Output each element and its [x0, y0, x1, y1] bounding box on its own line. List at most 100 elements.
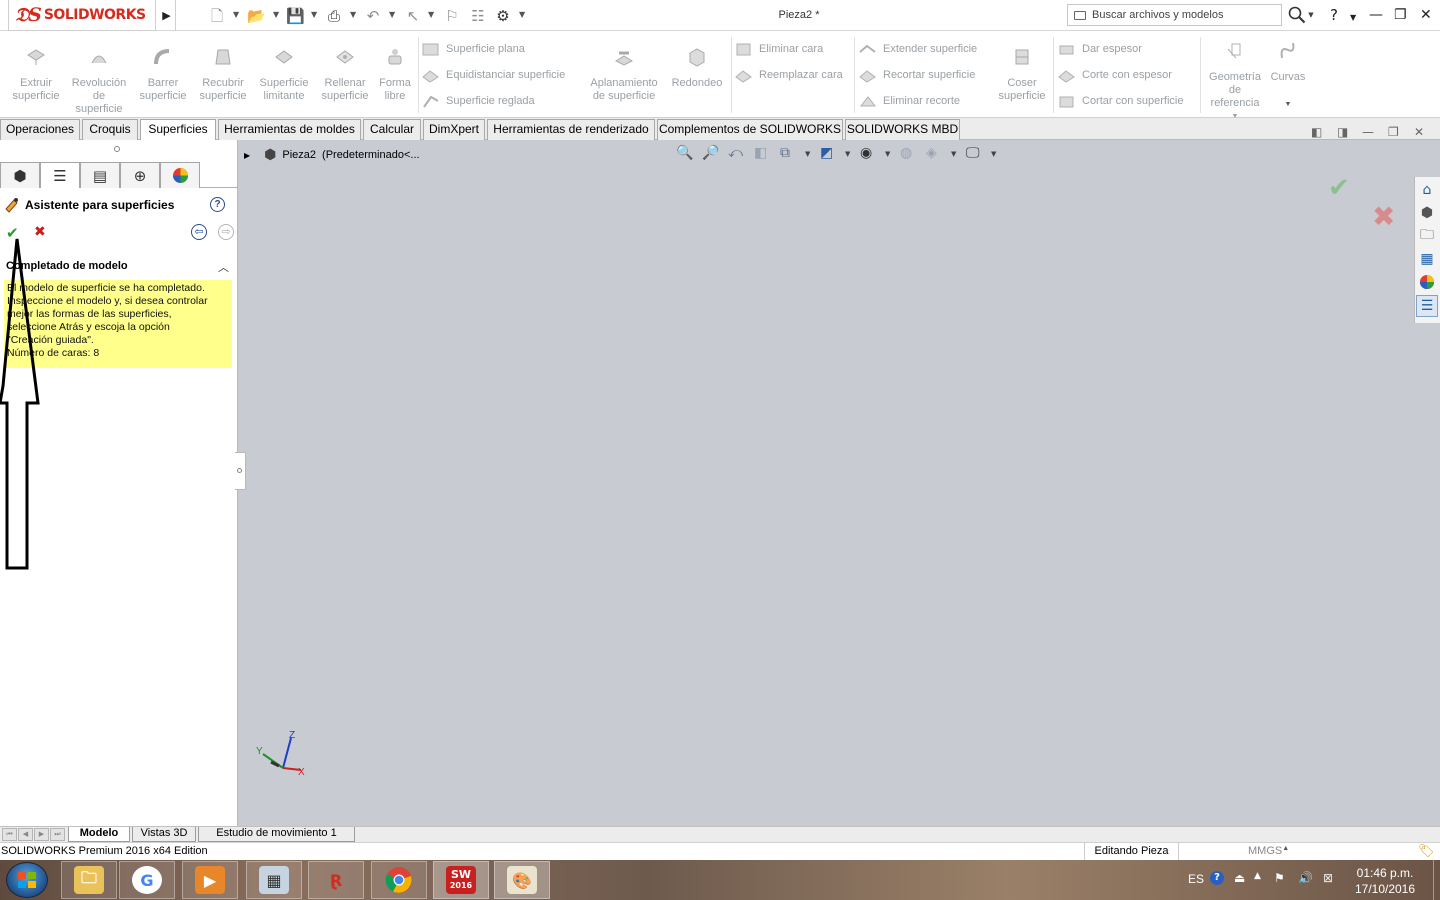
loft-surface-button[interactable]: Recubrir superficie — [194, 47, 252, 103]
surface-cut-button[interactable]: Cortar con superficie — [1058, 92, 1184, 110]
appearances-icon[interactable] — [1416, 271, 1438, 293]
save-dropdown-icon[interactable]: ▼ — [311, 10, 317, 19]
dropdown-arrow-icon[interactable]: ▼ — [805, 150, 810, 158]
tab-operaciones[interactable]: Operaciones — [0, 119, 80, 140]
save-icon[interactable]: 💾 — [286, 7, 305, 25]
rebuild-icon[interactable]: ⚐ — [443, 7, 461, 25]
panel-resize-handle[interactable] — [0, 140, 238, 158]
panel-splitter[interactable] — [235, 452, 246, 490]
extrude-surface-button[interactable]: Extruir superficie — [6, 47, 66, 103]
ruled-surface-button[interactable]: Superficie reglada — [422, 92, 535, 110]
dropdown-arrow-icon[interactable]: ▼ — [951, 150, 956, 158]
configuration-manager-tab-icon[interactable]: ▤ — [80, 162, 120, 188]
tab-croquis[interactable]: Croquis — [82, 119, 138, 140]
tab-modelo[interactable]: Modelo — [68, 827, 130, 842]
freeform-button[interactable]: Forma libre — [376, 47, 414, 103]
undo-dropdown-icon[interactable]: ▼ — [389, 10, 395, 19]
view-orientation-icon[interactable]: ◩ — [820, 145, 833, 165]
dynamic-annotation-icon[interactable]: ⧉ — [780, 145, 790, 165]
volume-icon[interactable]: 🔊 — [1298, 871, 1313, 885]
property-manager-tab-icon[interactable]: ☰ — [40, 162, 80, 188]
print-dropdown-icon[interactable]: ▼ — [350, 10, 356, 19]
thicken-button[interactable]: Dar espesor — [1058, 40, 1142, 58]
undo-icon[interactable]: ↶ — [364, 7, 382, 25]
dropdown-arrow-icon[interactable]: ▼ — [885, 150, 890, 158]
extend-surface-button[interactable]: Extender superficie — [859, 40, 977, 58]
design-library-icon[interactable]: ⬢ — [1416, 202, 1438, 224]
first-tab-icon[interactable]: ⏮ — [2, 828, 17, 841]
search-button[interactable]: ▼ — [1284, 3, 1318, 27]
language-help-icon[interactable]: ? — [1210, 871, 1224, 885]
select-dropdown-icon[interactable]: ▼ — [428, 10, 434, 19]
tab-complementos[interactable]: Complementos de SOLIDWORKS — [657, 119, 843, 140]
section-view-icon[interactable]: ◧ — [754, 145, 767, 165]
restore-icon[interactable]: ❐ — [1394, 6, 1407, 24]
revolve-surface-button[interactable]: Revolución de superficie — [66, 47, 132, 116]
taskbar-google[interactable]: G — [119, 861, 175, 899]
dimxpert-manager-tab-icon[interactable]: ⊕ — [120, 162, 160, 188]
view-palette-icon[interactable]: ▦ — [1416, 248, 1438, 270]
open-dropdown-icon[interactable]: ▼ — [273, 10, 279, 19]
sweep-surface-button[interactable]: Barrer superficie — [134, 47, 192, 103]
taskbar-explorer[interactable]: 🗀 — [61, 861, 117, 899]
view-settings-monitor-icon[interactable]: 🖵 — [966, 145, 980, 165]
units-selector[interactable]: MMGS ▲ — [1200, 845, 1330, 857]
prev-tab-icon[interactable]: ◀ — [18, 828, 33, 841]
solidworks-resources-home-icon[interactable]: ⌂ — [1416, 179, 1438, 201]
display-style-icon[interactable]: ◉ — [860, 145, 872, 165]
tile-right-icon[interactable]: ◨ — [1337, 125, 1348, 139]
tab-dimxpert[interactable]: DimXpert — [423, 119, 485, 140]
back-arrow-icon[interactable]: ⇦ — [191, 224, 207, 240]
clock[interactable]: 01:46 p.m. 17/10/2016 — [1352, 865, 1418, 897]
dropdown-arrow-icon[interactable]: ▼ — [991, 150, 996, 158]
options-gear-icon[interactable]: ⚙ — [494, 7, 512, 25]
tab-vistas-3d[interactable]: Vistas 3D — [132, 827, 196, 842]
show-desktop-button[interactable] — [1433, 860, 1440, 900]
offset-surface-button[interactable]: Equidistanciar superficie — [422, 66, 565, 84]
confirmation-corner-ok-icon[interactable]: ✔ — [1328, 173, 1350, 203]
options-dropdown-icon[interactable]: ▼ — [519, 10, 525, 19]
graphics-area[interactable] — [238, 140, 1440, 826]
minimize-icon[interactable]: — — [1369, 6, 1383, 24]
search-input[interactable]: Buscar archivos y modelos — [1067, 4, 1282, 26]
tab-superficies[interactable]: Superficies — [140, 119, 216, 141]
planar-surface-button[interactable]: Superficie plana — [422, 40, 525, 58]
help-button[interactable]: ? — [1330, 6, 1338, 24]
hide-show-items-icon[interactable]: ◍ — [900, 145, 912, 165]
replace-face-button[interactable]: Reemplazar cara — [735, 66, 843, 84]
doc-minimize-icon[interactable]: — — [1362, 125, 1374, 139]
doc-restore-icon[interactable]: ❐ — [1388, 125, 1399, 139]
next-arrow-icon[interactable]: ⇨ — [218, 224, 234, 240]
help-icon[interactable]: ? — [210, 197, 225, 212]
doc-close-icon[interactable]: ✕ — [1414, 125, 1424, 139]
feature-tree-flyout[interactable]: ▶ ⬢ Pieza2 (Predeterminado<... — [244, 147, 420, 163]
network-icon[interactable]: ⊠ — [1323, 871, 1333, 885]
tab-herramientas-moldes[interactable]: Herramientas de moldes — [218, 119, 361, 140]
file-explorer-folder-icon[interactable]: 🗀 — [1416, 225, 1438, 247]
surface-flatten-button[interactable]: Aplanamiento de superficie — [584, 47, 664, 103]
zoom-to-area-icon[interactable]: 🔎 — [702, 145, 719, 165]
knit-surface-button[interactable]: Coser superficie — [992, 47, 1052, 103]
language-indicator[interactable]: ES — [1188, 872, 1204, 886]
dropdown-arrow-icon[interactable]: ▼ — [845, 150, 850, 158]
taskbar-chrome[interactable] — [371, 861, 427, 899]
zoom-to-fit-icon[interactable]: 🔍 — [676, 145, 693, 165]
tray-options-icon[interactable]: ⏏ — [1234, 871, 1245, 885]
next-tab-icon[interactable]: ▶ — [34, 828, 49, 841]
edit-appearance-icon[interactable]: ◈ — [926, 145, 937, 165]
thickened-cut-button[interactable]: Corte con espesor — [1058, 66, 1172, 84]
taskbar-media[interactable]: ▶ — [182, 861, 238, 899]
action-center-icon[interactable]: ⚑ — [1274, 871, 1285, 885]
trim-surface-button[interactable]: Recortar superficie — [859, 66, 975, 84]
collapse-chevron-icon[interactable]: ︿ — [218, 259, 229, 275]
new-document-icon[interactable]: 🗋 — [208, 7, 226, 25]
solidworks-logo[interactable]: 𝔇S SOLIDWORKS — [8, 0, 156, 31]
custom-properties-icon[interactable]: ☰ — [1416, 295, 1438, 317]
boundary-surface-button[interactable]: Superficie limitante — [254, 47, 314, 103]
expand-arrow-icon[interactable]: ▶ — [244, 151, 250, 160]
dropdown-arrow-icon[interactable]: ▼ — [1266, 98, 1310, 111]
file-properties-icon[interactable]: ☷ — [469, 7, 487, 25]
help-dropdown-icon[interactable]: ▼ — [1350, 9, 1356, 27]
tab-calcular[interactable]: Calcular — [363, 119, 421, 140]
tab-solidworks-mbd[interactable]: SOLIDWORKS MBD — [845, 119, 960, 140]
